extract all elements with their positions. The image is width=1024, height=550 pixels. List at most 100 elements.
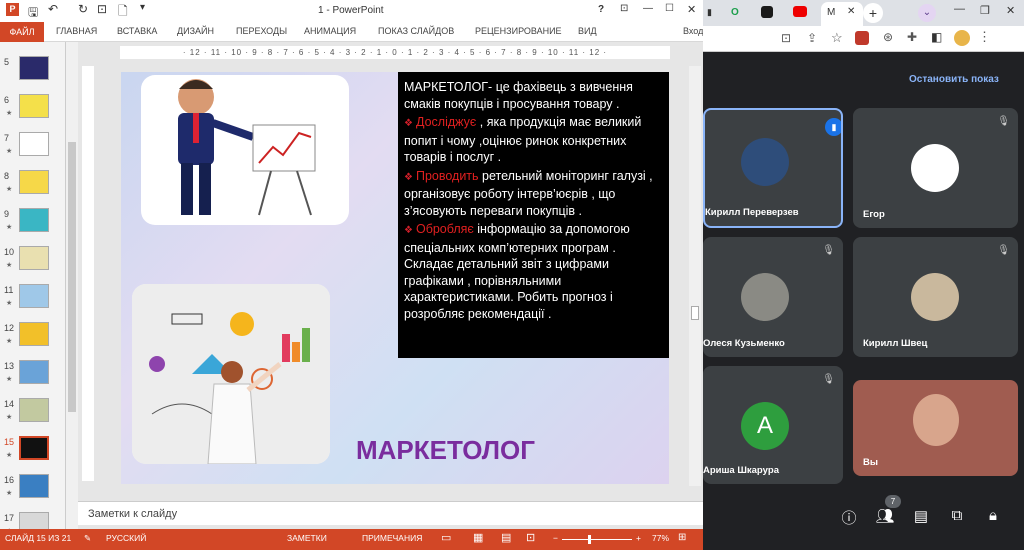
horizontal-ruler: · 12 · 11 · 10 · 9 · 8 · 7 · 6 · 5 · 4 ·…: [120, 46, 670, 59]
tab-insert[interactable]: ВСТАВКА: [117, 26, 157, 36]
share-icon[interactable]: ⇪: [807, 31, 817, 45]
editor-scrollbar[interactable]: [689, 66, 701, 486]
bullet-item: ❖ Досліджує , яка продукція має великий п…: [404, 115, 642, 164]
people-icon[interactable]: 👥︎: [875, 507, 895, 525]
woman-drawing-diagram-image[interactable]: [132, 284, 330, 464]
sign-in-link[interactable]: Вход: [683, 26, 703, 36]
slide-thumbnail[interactable]: 14 ★: [0, 396, 66, 432]
extension-icon[interactable]: ⊛: [883, 30, 893, 44]
language-indicator[interactable]: РУССКИЙ: [106, 533, 146, 543]
spellcheck-icon[interactable]: ✎: [84, 533, 91, 544]
zoom-in-button[interactable]: +: [636, 533, 641, 543]
install-app-icon[interactable]: ⊡: [781, 31, 791, 45]
side-panel-icon[interactable]: ◧: [931, 30, 942, 44]
qat-customize-icon[interactable]: ▾: [140, 2, 145, 13]
tab-favicon-icon[interactable]: ▮: [707, 7, 712, 18]
participant-tile[interactable]: ▮ Кирилл Переверзев: [703, 108, 843, 228]
participant-tile[interactable]: A 🎙︎ Ариша Шкаруpa: [703, 366, 843, 484]
slide-thumbnail[interactable]: 6 ★: [0, 92, 66, 128]
slide-text-box[interactable]: МАРКЕТОЛОГ- це фахівець з вивчення смакі…: [398, 72, 669, 358]
reading-view-icon[interactable]: ▤: [501, 531, 511, 544]
comments-toggle[interactable]: ПРИМЕЧАНИЯ: [362, 533, 422, 543]
slide-thumbnail[interactable]: 7 ★: [0, 130, 66, 166]
participant-name: Вы: [863, 457, 878, 468]
tab-search-icon[interactable]: ⌄: [918, 4, 936, 22]
zoom-out-button[interactable]: −: [553, 533, 558, 543]
start-show-icon[interactable]: ⊡: [97, 2, 107, 16]
notes-pane[interactable]: Заметки к слайду: [78, 501, 703, 525]
mic-off-icon: 🎙︎: [997, 245, 1010, 256]
meet-presenting-bar: Остановить показ: [703, 52, 1024, 100]
save-icon[interactable]: 🖫: [28, 3, 38, 24]
diamond-bullet-icon: ❖: [404, 225, 413, 236]
new-doc-icon[interactable]: 🗋: [118, 2, 128, 23]
thumbnails-scrollbar[interactable]: [66, 42, 78, 529]
tab-slideshow[interactable]: ПОКАЗ СЛАЙДОВ: [378, 26, 454, 36]
slide-thumbnail[interactable]: 8 ★: [0, 168, 66, 204]
slide-thumbnail[interactable]: 9 ★: [0, 206, 66, 242]
slide-title[interactable]: МАРКЕТОЛОГ: [356, 435, 535, 466]
close-window-icon[interactable]: ✕: [1006, 4, 1015, 17]
stop-presenting-button[interactable]: Остановить показ: [909, 74, 999, 85]
vertical-ruler: [82, 66, 94, 481]
youtube-icon[interactable]: [793, 6, 807, 17]
tab-review[interactable]: РЕЦЕНЗИРОВАНИЕ: [475, 26, 562, 36]
participant-tile[interactable]: 🎙︎ Кирилл Швец: [853, 237, 1018, 357]
notes-toggle[interactable]: ЗАМЕТКИ: [287, 533, 327, 543]
minimize-icon[interactable]: —: [954, 3, 965, 15]
new-tab-button[interactable]: +: [863, 3, 883, 23]
participant-name: Егор: [863, 209, 885, 220]
help-button[interactable]: ?: [598, 4, 604, 15]
tab-favicon-icon[interactable]: [761, 6, 773, 18]
ribbon-display-button[interactable]: ⊡: [620, 3, 628, 14]
slide-thumbnail-active[interactable]: 15 ★: [0, 434, 66, 470]
normal-view-icon[interactable]: ▭: [441, 531, 451, 544]
zoom-slider[interactable]: [562, 539, 632, 540]
chat-icon[interactable]: ▤: [911, 507, 931, 525]
host-controls-icon[interactable]: 🔒︎: [983, 507, 1003, 524]
activities-icon[interactable]: ⧉: [947, 507, 967, 524]
participant-tile[interactable]: 🎙︎ Егор: [853, 108, 1018, 228]
tab-design[interactable]: ДИЗАЙН: [177, 26, 214, 36]
undo-icon[interactable]: ↶: [48, 2, 58, 16]
people-count-badge: 7: [885, 495, 901, 508]
profile-avatar[interactable]: [954, 30, 970, 46]
extensions-puzzle-icon[interactable]: ✚: [907, 30, 917, 44]
tab-transitions[interactable]: ПЕРЕХОДЫ: [236, 26, 287, 36]
tab-animation[interactable]: АНИМАЦИЯ: [304, 26, 356, 36]
close-button[interactable]: ✕: [687, 3, 696, 16]
slide-thumbnail[interactable]: 10 ★: [0, 244, 66, 280]
maximize-button[interactable]: ☐: [665, 3, 674, 14]
speaking-indicator-icon: ▮: [825, 118, 841, 136]
slide-sorter-icon[interactable]: ▦: [473, 531, 483, 544]
slide-thumbnail[interactable]: 12 ★: [0, 320, 66, 356]
tab-favicon-icon[interactable]: O: [731, 7, 739, 18]
bookmark-star-icon[interactable]: ☆: [831, 30, 843, 46]
participant-tile[interactable]: 🎙︎ Олеся Кузьменко: [703, 237, 843, 357]
fit-slide-icon[interactable]: ⊞: [678, 532, 686, 543]
zoom-level[interactable]: 77%: [652, 533, 669, 543]
slide-thumbnail[interactable]: 5: [0, 54, 66, 90]
avatar: [911, 144, 959, 192]
zoom-slider-handle[interactable]: [588, 535, 591, 544]
slide-thumbnail[interactable]: 16 ★: [0, 472, 66, 508]
self-view-tile[interactable]: Вы: [853, 380, 1018, 476]
ribbon-tabs: ФАЙЛ ГЛАВНАЯ ВСТАВКА ДИЗАЙН ПЕРЕХОДЫ АНИ…: [0, 22, 703, 42]
tab-view[interactable]: ВИД: [578, 26, 597, 36]
redo-icon[interactable]: ↻: [78, 2, 88, 16]
businessman-chart-image[interactable]: [141, 75, 349, 225]
tab-home[interactable]: ГЛАВНАЯ: [56, 26, 97, 36]
slideshow-view-icon[interactable]: ⊡: [526, 531, 535, 544]
restore-icon[interactable]: ❐: [980, 4, 990, 17]
minimize-button[interactable]: —: [643, 3, 653, 14]
participant-name: Кирилл Швец: [863, 338, 928, 349]
diamond-bullet-icon: ❖: [404, 171, 413, 183]
meeting-info-icon[interactable]: ⓘ: [839, 507, 859, 528]
slide-thumbnail[interactable]: 13 ★: [0, 358, 66, 394]
extension-icon[interactable]: [855, 31, 869, 45]
browser-menu-icon[interactable]: ⋮: [978, 29, 991, 45]
tab-close-icon[interactable]: ✕: [847, 6, 855, 17]
tab-file[interactable]: ФАЙЛ: [0, 22, 44, 42]
active-browser-tab[interactable]: M ✕: [821, 2, 863, 26]
slide-thumbnail[interactable]: 11 ★: [0, 282, 66, 318]
